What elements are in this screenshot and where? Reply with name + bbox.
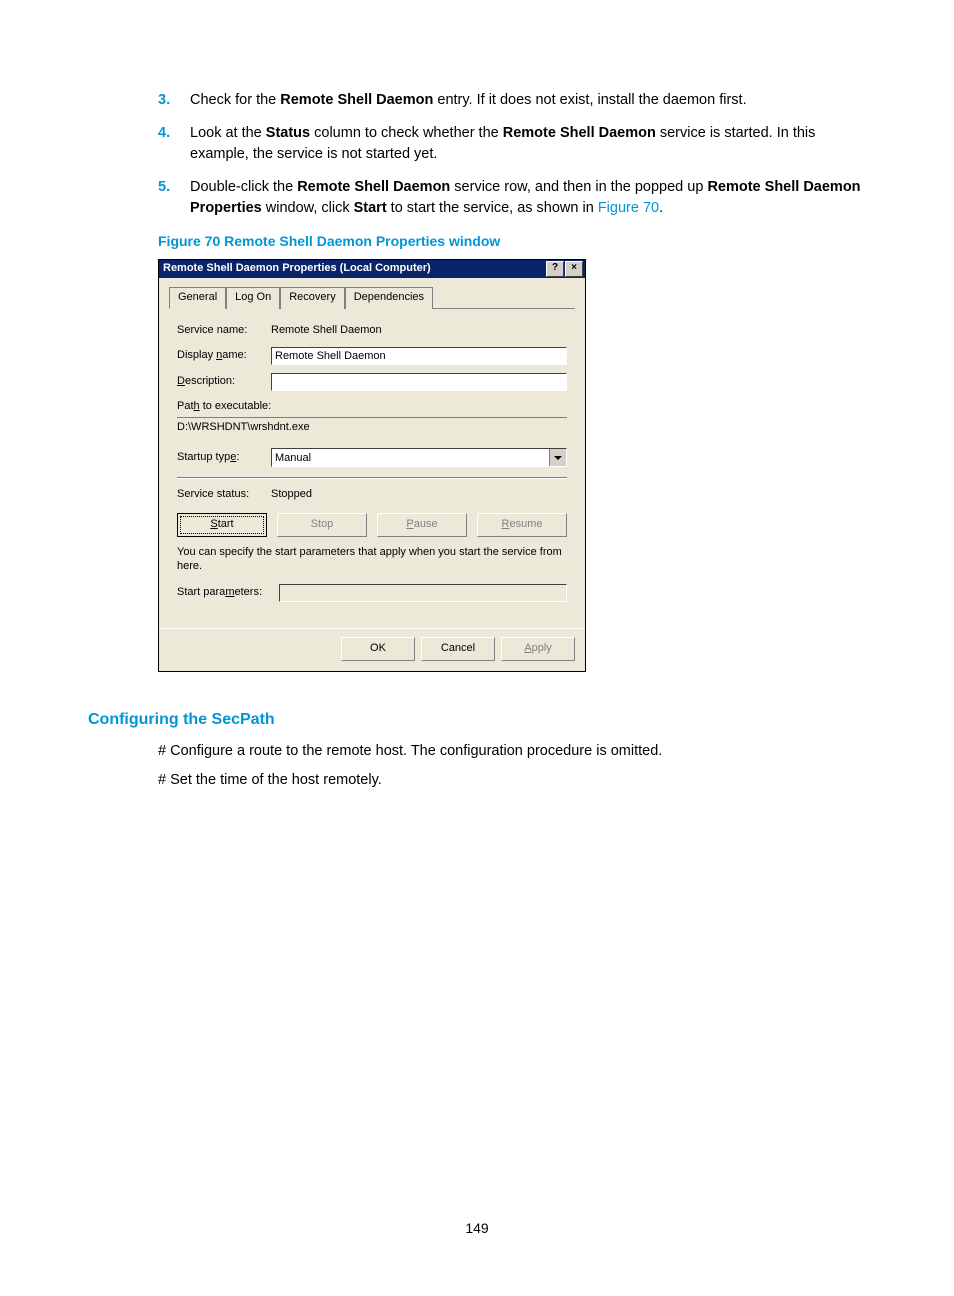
service-status-value: Stopped — [271, 487, 312, 503]
path-label: Path to executable: — [177, 399, 567, 415]
service-name-value: Remote Shell Daemon — [271, 323, 382, 339]
figure-link[interactable]: Figure 70 — [598, 200, 659, 216]
step-5: 5. Double-click the Remote Shell Daemon … — [158, 177, 866, 219]
apply-button: Apply — [501, 637, 575, 661]
start-params-label: Start parameters: — [177, 585, 271, 601]
divider — [177, 477, 567, 479]
tab-general[interactable]: General — [169, 287, 226, 309]
chevron-down-icon[interactable] — [549, 449, 566, 466]
paragraph: # Set the time of the host remotely. — [158, 770, 866, 791]
display-name-label: Display name: — [177, 348, 271, 364]
paragraph: # Configure a route to the remote host. … — [158, 741, 866, 762]
step-4: 4. Look at the Status column to check wh… — [158, 123, 866, 165]
startup-type-select[interactable]: Manual — [271, 448, 567, 467]
start-params-input — [279, 584, 567, 602]
startup-type-label: Startup type: — [177, 450, 271, 466]
step-num: 4. — [158, 123, 170, 144]
properties-dialog: Remote Shell Daemon Properties (Local Co… — [158, 259, 586, 671]
titlebar: Remote Shell Daemon Properties (Local Co… — [159, 260, 585, 278]
tab-logon[interactable]: Log On — [226, 287, 280, 309]
service-name-label: Service name: — [177, 323, 271, 339]
ok-button[interactable]: OK — [341, 637, 415, 661]
step-num: 5. — [158, 177, 170, 198]
start-button[interactable]: Start — [177, 513, 267, 537]
pause-button: Pause — [377, 513, 467, 537]
close-icon[interactable]: × — [565, 261, 583, 277]
tab-dependencies[interactable]: Dependencies — [345, 287, 433, 309]
display-name-input[interactable]: Remote Shell Daemon — [271, 347, 567, 365]
stop-button: Stop — [277, 513, 367, 537]
start-params-note: You can specify the start parameters tha… — [177, 545, 567, 574]
help-icon[interactable]: ? — [546, 261, 564, 277]
resume-button: Resume — [477, 513, 567, 537]
step-num: 3. — [158, 90, 170, 111]
step-3: 3. Check for the Remote Shell Daemon ent… — [158, 90, 866, 111]
figure-caption: Figure 70 Remote Shell Daemon Properties… — [158, 231, 866, 251]
description-label: Description: — [177, 374, 271, 390]
section-heading: Configuring the SecPath — [88, 708, 866, 731]
page-number: 149 — [0, 1220, 954, 1236]
description-input[interactable] — [271, 373, 567, 391]
tabs: General Log On Recovery Dependencies — [169, 286, 575, 309]
dialog-title: Remote Shell Daemon Properties (Local Co… — [163, 261, 431, 277]
tab-recovery[interactable]: Recovery — [280, 287, 344, 309]
service-status-label: Service status: — [177, 487, 271, 503]
cancel-button[interactable]: Cancel — [421, 637, 495, 661]
path-value: D:\WRSHDNT\wrshdnt.exe — [177, 417, 567, 436]
